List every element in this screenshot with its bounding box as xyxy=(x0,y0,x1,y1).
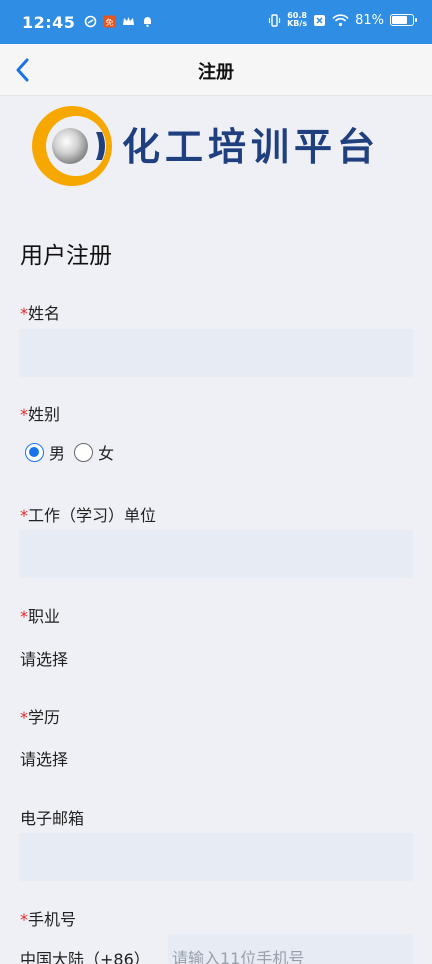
platform-logo: 化工培训平台 xyxy=(30,102,400,192)
crown-icon xyxy=(123,17,134,25)
battery-icon xyxy=(390,14,417,26)
nav-bar: 注册 xyxy=(0,44,432,96)
required-mark: * xyxy=(20,708,28,727)
phone-label-text: 手机号 xyxy=(28,910,77,929)
status-time: 12:45 xyxy=(22,13,76,32)
phone-input[interactable] xyxy=(168,934,413,964)
name-input[interactable] xyxy=(19,329,413,377)
name-label-text: 姓名 xyxy=(28,304,61,323)
gender-radio-male[interactable] xyxy=(25,442,44,462)
status-bar: 12:45 免 60.8 KB/s 81% xyxy=(0,0,432,44)
work-unit-input[interactable] xyxy=(19,530,413,578)
required-mark: * xyxy=(20,506,28,525)
name-label: *姓名 xyxy=(20,300,60,324)
logo-emblem-icon xyxy=(32,106,112,186)
email-input[interactable] xyxy=(19,833,413,881)
phone-label: *手机号 xyxy=(20,906,76,930)
battery-percent: 81% xyxy=(355,12,384,28)
gender-option-male[interactable]: 男 xyxy=(49,440,65,464)
required-mark: * xyxy=(20,607,28,626)
logo-text: 化工培训平台 xyxy=(122,124,381,169)
bell-icon xyxy=(144,17,151,27)
page-title: 注册 xyxy=(198,62,234,83)
occupation-label: *职业 xyxy=(20,603,60,627)
svg-text:免: 免 xyxy=(106,17,114,27)
required-mark: * xyxy=(20,405,28,424)
education-select[interactable]: 请选择 xyxy=(20,746,68,770)
sync-icon xyxy=(84,15,97,28)
gender-radio-group: 男 女 xyxy=(25,440,123,464)
data-icon xyxy=(314,14,326,26)
app-badge-icon: 免 xyxy=(103,15,116,28)
form-title: 用户注册 xyxy=(20,243,112,269)
notification-icons: 免 xyxy=(84,15,154,28)
occupation-label-text: 职业 xyxy=(28,607,61,626)
work-unit-label-text: 工作（学习）单位 xyxy=(28,506,157,525)
gender-option-female[interactable]: 女 xyxy=(98,440,114,464)
phone-country-prefix[interactable]: 中国大陆（+86） xyxy=(20,946,150,964)
occupation-select[interactable]: 请选择 xyxy=(20,646,68,670)
wifi-icon xyxy=(332,13,349,26)
email-label: 电子邮箱 xyxy=(20,809,85,828)
education-label-text: 学历 xyxy=(28,708,61,727)
gender-label: *姓别 xyxy=(20,401,60,425)
required-mark: * xyxy=(20,304,28,323)
network-speed: 60.8 KB/s xyxy=(287,12,307,28)
gender-radio-female[interactable] xyxy=(74,442,94,462)
work-unit-label: *工作（学习）单位 xyxy=(20,502,156,526)
required-mark: * xyxy=(20,910,28,929)
vibrate-icon xyxy=(269,13,281,27)
gender-label-text: 姓别 xyxy=(28,405,61,424)
network-speed-unit: KB/s xyxy=(287,19,308,28)
status-right: 60.8 KB/s 81% xyxy=(268,12,417,28)
education-label: *学历 xyxy=(20,704,60,728)
battery-level xyxy=(392,16,408,24)
